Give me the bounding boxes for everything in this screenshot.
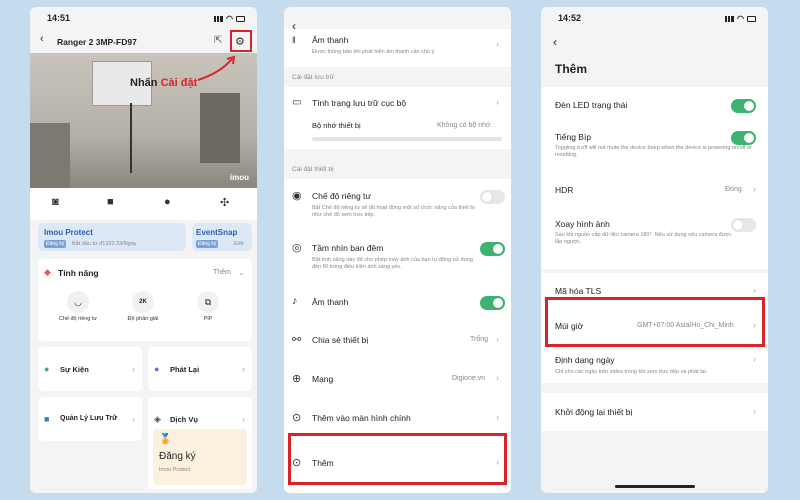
tile-playback[interactable]: ● Phát Lại › <box>148 347 252 391</box>
sound-detection-row[interactable]: ǁ Âm thanh Được thông báo khi phát hiện … <box>284 29 511 67</box>
callout-arrow <box>197 55 236 81</box>
more-highlight <box>288 433 507 485</box>
live-video[interactable]: Nhấn Cài đặt imou <box>30 53 257 188</box>
talk-mic-icon[interactable]: ● <box>164 196 171 208</box>
imou-protect-card[interactable]: Imou Protect Đăng ký Bắt đầu từ đ1333.33… <box>38 223 186 251</box>
chevron-right-icon: › <box>753 285 756 295</box>
back-icon[interactable]: ‹ <box>553 35 557 49</box>
night-vision-toggle[interactable] <box>480 242 505 256</box>
chevron-right-icon: › <box>132 414 135 424</box>
imou-logo: imou <box>229 173 249 182</box>
chevron-right-icon: › <box>496 97 499 107</box>
service-icon: ◈ <box>154 414 161 424</box>
resolution-icon: 2K <box>132 291 154 313</box>
battery-icon <box>747 15 756 22</box>
restart-device-row[interactable]: Khởi động lại thiết bị › <box>541 393 768 431</box>
tls-row[interactable]: Mã hóa TLS <box>555 286 601 296</box>
beep-toggle[interactable] <box>731 131 756 145</box>
page-title: Thêm <box>555 62 588 76</box>
playback-icon: ● <box>154 364 160 374</box>
settings-highlight <box>230 30 252 52</box>
tile-service[interactable]: ◈ Dịch Vụ › 🏅 Đăng ký Imou Protect <box>148 397 252 489</box>
service-subscribe-card[interactable]: 🏅 Đăng ký Imou Protect <box>153 429 247 485</box>
protect-badge: Đăng ký <box>44 240 67 248</box>
home-indicator <box>615 485 695 488</box>
privacy-toggle[interactable] <box>480 190 505 204</box>
features-more-link[interactable]: Thêm <box>213 269 231 276</box>
status-led-toggle[interactable] <box>731 99 756 113</box>
share-icon[interactable]: ⇱ <box>214 35 222 46</box>
chevron-right-icon: › <box>753 184 756 194</box>
device-title: Ranger 2 3MP-FD97 <box>57 37 137 47</box>
features-card: ◆ Tính năng Thêm ⌄ ◡ Chế độ riêng tư 2K Độ… <box>38 259 252 341</box>
chevron-right-icon: › <box>753 354 756 364</box>
share-device-icon: ⚯ <box>292 334 302 346</box>
chevron-down-icon[interactable]: ⌄ <box>238 268 245 277</box>
status-time: 14:51 <box>47 13 71 23</box>
snapshot-icon[interactable]: ◙ <box>52 196 59 208</box>
tile-storage[interactable]: ■ Quản Lý Lưu Trữ › <box>38 397 142 441</box>
chevron-right-icon: › <box>242 414 245 424</box>
screen-device-home: 14:51 ◠ ‹ Ranger 2 3MP-FD97 ⇱ ⚙ Nhấn Cài… <box>30 7 257 493</box>
eye-icon: ◉ <box>292 190 302 202</box>
signal-icon <box>725 15 735 22</box>
more-settings-group-1: Đèn LED trạng thái Tiếng Bíp Toggling it… <box>541 87 768 269</box>
eye-off-icon: ◡ <box>67 291 89 313</box>
audio-toggle[interactable] <box>480 296 505 310</box>
tile-events[interactable]: ● Sự Kiện › <box>38 347 142 391</box>
mic-icon: ♪ <box>292 295 298 307</box>
feature-privacy[interactable]: ◡ Chế độ riêng tư <box>48 291 108 323</box>
features-icon: ◆ <box>44 267 51 277</box>
eventsnap-card[interactable]: EventSnap Đăng ký Edit <box>192 223 252 251</box>
feature-resolution[interactable]: 2K Độ phân giải <box>113 291 173 323</box>
event-icon: ● <box>44 364 50 374</box>
chevron-right-icon: › <box>242 364 245 374</box>
chevron-right-icon: › <box>132 364 135 374</box>
date-format-row[interactable]: Định dạng ngày <box>555 355 615 365</box>
storage-progress <box>312 137 502 141</box>
storage-icon: ■ <box>44 414 50 424</box>
pip-icon: ⧉ <box>197 291 219 313</box>
status-bar: 14:51 ◠ <box>30 7 257 29</box>
chevron-right-icon: › <box>496 412 499 422</box>
feature-pip[interactable]: ⧉ PIP <box>178 291 238 323</box>
battery-icon <box>236 15 245 22</box>
chevron-right-icon: › <box>496 39 499 49</box>
section-device: Cài đặt thiết bị <box>292 166 334 173</box>
hdr-row[interactable]: HDR <box>555 185 573 195</box>
record-icon[interactable]: ■ <box>107 196 114 208</box>
status-time: 14:52 <box>558 13 582 23</box>
sound-wave-icon: ǁ <box>292 35 296 45</box>
storage-card-icon: ▭ <box>292 97 302 108</box>
wifi-icon: ◠ <box>737 14 744 23</box>
callout-text: Nhấn Cài đặt <box>130 77 198 89</box>
status-bar: 14:52 ◠ <box>541 7 768 29</box>
screen-more-settings: 14:52 ◠ ‹ Thêm Đèn LED trạng thái Tiếng … <box>541 7 768 493</box>
rotate-image-toggle[interactable] <box>731 218 756 232</box>
chevron-right-icon: › <box>496 373 499 383</box>
chevron-right-icon: › <box>753 406 756 416</box>
night-vision-icon: ◎ <box>292 242 302 254</box>
medal-icon: 🏅 <box>159 434 172 445</box>
ptz-icon[interactable]: ✣ <box>220 196 229 209</box>
chevron-right-icon: › <box>496 334 499 344</box>
wifi-icon: ◠ <box>226 14 233 23</box>
screen-settings: ‹ ǁ Âm thanh Được thông báo khi phát hiệ… <box>284 7 511 493</box>
storage-card[interactable]: ▭ Tình trạng lưu trữ cục bộ › Bộ nhớ thi… <box>284 87 511 149</box>
home-screen-icon: ⊙ <box>292 412 302 424</box>
signal-icon <box>214 15 224 22</box>
back-icon[interactable]: ‹ <box>40 33 44 45</box>
section-storage: Cài đặt lưu trữ <box>292 74 334 81</box>
timezone-highlight <box>545 297 765 347</box>
globe-icon: ⊕ <box>292 373 302 385</box>
